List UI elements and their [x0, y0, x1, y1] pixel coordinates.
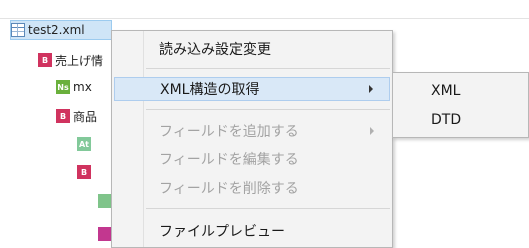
submenu-item-label: XML — [431, 83, 461, 99]
element-icon: B — [56, 109, 70, 123]
menu-item-delete-field[interactable]: フィールドを削除する — [114, 176, 390, 200]
tree-node-namespace[interactable]: Ns mx — [56, 77, 112, 97]
menu-item-load-settings[interactable]: 読み込み設定変更 — [114, 37, 390, 61]
menu-separator — [146, 208, 390, 209]
menu-separator — [146, 109, 390, 110]
tree-node-element[interactable]: B 商品 — [56, 106, 112, 126]
attribute-icon: At — [77, 137, 91, 151]
menu-item-add-field[interactable]: フィールドを追加する — [114, 119, 390, 143]
tree-node-attribute[interactable]: At — [77, 134, 112, 154]
xml-structure-submenu: XML DTD — [392, 72, 529, 138]
tree-node-root[interactable]: test2.xml — [10, 20, 112, 40]
submenu-item-label: DTD — [431, 112, 462, 128]
context-menu: 読み込み設定変更 XML構造の取得 フィールドを追加する フィールドを編集する … — [111, 30, 393, 248]
tree-node-element[interactable]: B 売上げ情 — [38, 50, 112, 70]
menu-separator — [146, 68, 390, 69]
tree-node-label: mx — [73, 80, 92, 94]
submenu-arrow-icon — [369, 85, 373, 93]
menu-item-edit-field[interactable]: フィールドを編集する — [114, 147, 390, 171]
tree-node-label: 商品 — [73, 109, 98, 124]
menu-item-get-xml-structure[interactable]: XML構造の取得 — [114, 77, 390, 101]
namespace-icon: Ns — [56, 80, 70, 94]
tree-divider — [0, 18, 529, 19]
element-icon: B — [77, 165, 91, 179]
submenu-arrow-icon — [370, 127, 374, 135]
menu-item-label: フィールドを追加する — [159, 124, 299, 140]
menu-item-label: 読み込み設定変更 — [159, 42, 271, 58]
menu-item-file-preview[interactable]: ファイルプレビュー — [114, 219, 390, 243]
tree-node-child[interactable] — [98, 224, 112, 244]
menu-item-label: フィールドを削除する — [159, 181, 299, 197]
menu-item-label: XML構造の取得 — [160, 82, 260, 98]
menu-item-label: ファイルプレビュー — [159, 224, 285, 240]
element-icon — [98, 227, 112, 241]
menu-item-label: フィールドを編集する — [159, 152, 299, 168]
tree-node-element[interactable]: B — [77, 162, 112, 182]
tree-node-label: test2.xml — [28, 23, 85, 37]
text-node-icon — [98, 194, 112, 208]
tree-node-label: 売上げ情 — [55, 53, 104, 68]
submenu-item-dtd[interactable]: DTD — [395, 107, 525, 133]
element-icon: B — [38, 53, 52, 67]
table-icon — [11, 23, 25, 37]
submenu-item-xml[interactable]: XML — [395, 78, 525, 104]
tree-node-child[interactable] — [98, 191, 112, 211]
